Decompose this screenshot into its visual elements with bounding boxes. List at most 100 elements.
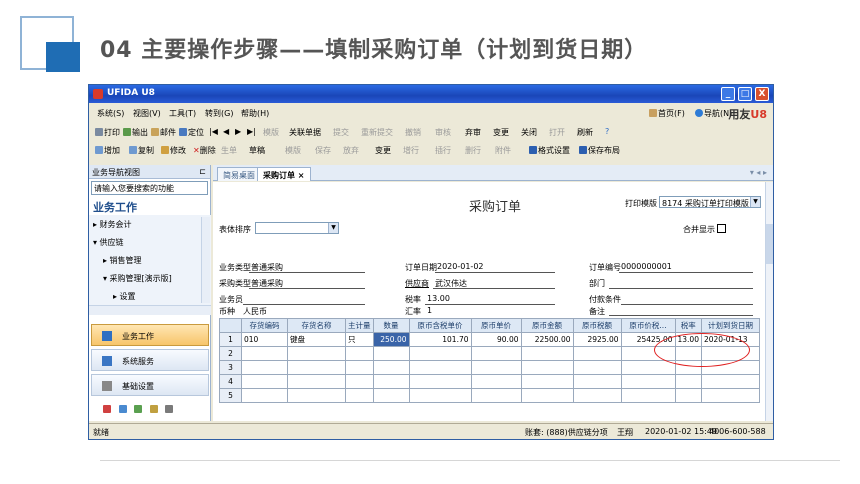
nav-btn-settings[interactable]: 基础设置 — [91, 374, 209, 396]
mini-icon-2[interactable] — [118, 405, 127, 413]
discard-button[interactable]: 放弃 — [343, 145, 359, 156]
salesman-underline[interactable] — [243, 304, 365, 305]
menu-goto[interactable]: 转到(G) — [205, 108, 233, 119]
title-bar[interactable]: UFIDA U8 _ □ X — [89, 85, 773, 103]
col-header[interactable]: 原币税额 — [572, 318, 622, 333]
scroll-thumb[interactable] — [766, 224, 773, 264]
export-button[interactable]: 输出 — [123, 127, 148, 138]
sort-select[interactable]: ▼ — [255, 222, 339, 234]
maximize-button[interactable]: □ — [738, 87, 752, 101]
open-doc-button[interactable]: 打开 — [549, 127, 565, 138]
col-header[interactable]: 计划到货日期 — [700, 318, 760, 333]
revoke-button[interactable]: 撤销 — [405, 127, 421, 138]
col-header[interactable]: 税率 — [674, 318, 702, 333]
related-docs-button[interactable]: 关联单据 — [289, 127, 321, 138]
nav-item-finance[interactable]: ▸ 财务会计 — [93, 219, 132, 230]
table-row[interactable]: 4 — [219, 374, 760, 389]
insert-row-button[interactable]: 插行 — [435, 145, 451, 156]
cell-tax-amount[interactable]: 2925.00 — [572, 332, 622, 347]
col-header[interactable]: 原币单价 — [470, 318, 522, 333]
table-row[interactable]: 5 — [219, 388, 760, 403]
prev-record-button[interactable]: ◀ — [223, 127, 229, 136]
col-header[interactable]: 数量 — [372, 318, 410, 333]
generate-button[interactable]: 生单 — [221, 145, 237, 156]
dept-underline[interactable] — [609, 288, 753, 289]
col-header[interactable]: 主计量 — [345, 318, 374, 333]
minimize-button[interactable]: _ — [721, 87, 735, 101]
submit-button[interactable]: 提交 — [333, 127, 349, 138]
supplier-label[interactable]: 供应商 — [405, 278, 429, 289]
cell-quantity[interactable]: 250.00 — [372, 332, 410, 347]
col-header[interactable]: 原币价税... — [620, 318, 676, 333]
nav-button[interactable]: 导航(N) — [695, 108, 732, 119]
next-record-button[interactable]: ▶ — [235, 127, 241, 136]
menu-tools[interactable]: 工具(T) — [169, 108, 196, 119]
unaudit-button[interactable]: 弃审 — [465, 127, 481, 138]
delete-button[interactable]: ✕删除 — [193, 145, 216, 156]
order-no-value[interactable]: 0000000001 — [621, 262, 672, 271]
resubmit-button[interactable]: 重新提交 — [361, 127, 393, 138]
nav-btn-work[interactable]: 业务工作 — [91, 324, 209, 346]
tab-scroll-arrows[interactable]: ▾ ◂ ▸ — [750, 168, 767, 177]
audit-button[interactable]: 审核 — [435, 127, 451, 138]
cell-unit[interactable]: 只 — [345, 332, 374, 347]
nav-item-supply-chain[interactable]: ▾ 供应链 — [93, 237, 124, 248]
home-button[interactable]: 首页(F) — [649, 108, 685, 119]
close-doc-button[interactable]: 关闭 — [521, 127, 537, 138]
merge-checkbox[interactable] — [717, 224, 726, 233]
nav-hscrollbar[interactable] — [89, 305, 211, 315]
help-icon[interactable]: ? — [605, 127, 609, 136]
pin-icon[interactable]: ⊏ — [199, 167, 206, 176]
print-button[interactable]: 打印 — [95, 127, 120, 138]
first-record-button[interactable]: |◀ — [209, 127, 218, 136]
tab-desktop[interactable]: 简易桌面 — [217, 167, 261, 181]
tax-rate-value[interactable]: 13.00 — [427, 294, 450, 303]
pay-terms-underline[interactable] — [621, 304, 753, 305]
nav-btn-service[interactable]: 系统服务 — [91, 349, 209, 371]
mini-icon-1[interactable] — [103, 405, 111, 413]
menu-system[interactable]: 系统(S) — [97, 108, 124, 119]
nav-item-settings[interactable]: ▸ 设置 — [113, 291, 136, 302]
nav-item-purchase[interactable]: ▾ 采购管理[演示版] — [103, 273, 172, 284]
note-underline[interactable] — [609, 315, 753, 316]
col-header[interactable]: 原币含税单价 — [408, 318, 472, 333]
mini-icon-5[interactable] — [165, 405, 174, 413]
tab-close-icon[interactable]: × — [298, 171, 305, 180]
change-button-1[interactable]: 变更 — [493, 127, 509, 138]
print-template-select[interactable]: 8174 采购订单打印模版 ▼ — [659, 196, 761, 208]
currency-value[interactable]: 人民币 — [243, 306, 267, 317]
edit-button[interactable]: 修改 — [161, 145, 186, 156]
menu-help[interactable]: 帮助(H) — [241, 108, 269, 119]
nav-search-input[interactable]: 请输入您要搜索的功能 — [91, 181, 208, 195]
template-button-1[interactable]: 模版 — [263, 127, 279, 138]
col-header[interactable]: 存货编码 — [241, 318, 288, 333]
exch-rate-value[interactable]: 1 — [427, 306, 432, 315]
form-scrollbar[interactable] — [765, 182, 773, 421]
nav-item-sales[interactable]: ▸ 销售管理 — [103, 255, 142, 266]
menu-view[interactable]: 视图(V) — [133, 108, 161, 119]
add-button[interactable]: 增加 — [95, 145, 120, 156]
change-button-2[interactable]: 变更 — [375, 145, 391, 156]
mini-icon-3[interactable] — [134, 405, 143, 413]
col-header[interactable]: 原币金额 — [520, 318, 574, 333]
cell-inventory-name[interactable]: 键盘 — [287, 332, 346, 347]
format-settings-button[interactable]: 格式设置 — [529, 145, 570, 156]
template-button-2[interactable]: 模版 — [285, 145, 301, 156]
draft-button[interactable]: 草稿 — [249, 145, 265, 156]
delete-row-button[interactable]: 删行 — [465, 145, 481, 156]
copy-button[interactable]: 复制 — [129, 145, 154, 156]
save-button[interactable]: 保存 — [315, 145, 331, 156]
close-button[interactable]: X — [755, 87, 769, 101]
col-header[interactable]: 存货名称 — [287, 318, 346, 333]
attachment-button[interactable]: 附件 — [495, 145, 511, 156]
locate-button[interactable]: 定位 — [179, 127, 204, 138]
order-date-value[interactable]: 2020-01-02 — [437, 262, 484, 271]
tab-purchase-order[interactable]: 采购订单 × — [257, 167, 311, 181]
save-layout-button[interactable]: 保存布局 — [579, 145, 620, 156]
refresh-button[interactable]: 刷新 — [577, 127, 593, 138]
cell-inventory-code[interactable]: 010 — [241, 332, 288, 347]
mini-icon-4[interactable] — [149, 405, 158, 413]
cell-amount[interactable]: 22500.00 — [520, 332, 574, 347]
add-row-button[interactable]: 增行 — [403, 145, 419, 156]
last-record-button[interactable]: ▶| — [247, 127, 256, 136]
